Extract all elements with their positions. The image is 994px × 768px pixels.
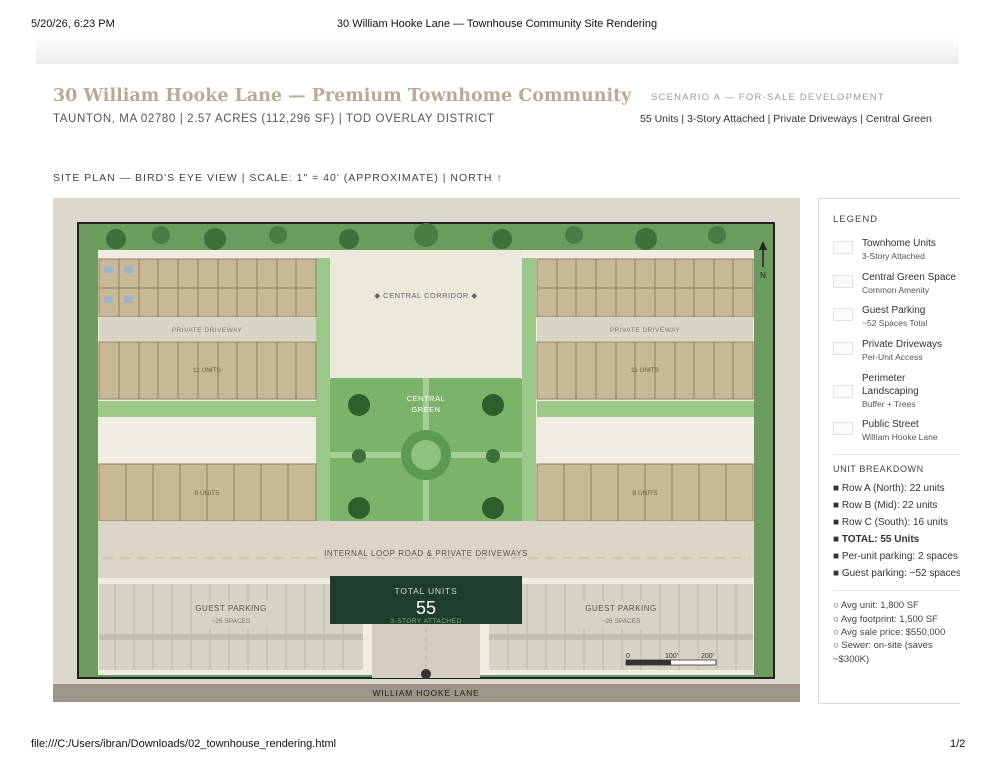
- townhome-row-a-left: [98, 258, 317, 318]
- legend-item-desc: William Hooke Lane: [862, 432, 938, 442]
- site-plan-drawing: PRIVATE DRIVEWAY PRIVATE DRIVEWAY 11 UNI…: [53, 198, 800, 702]
- site-entrance-marker: [421, 669, 431, 679]
- row-b-right-units: 11 UNITS: [631, 367, 660, 374]
- page-subtitle: TAUNTON, MA 02780 | 2.57 ACRES (112,296 …: [53, 113, 495, 125]
- legend-item-desc: Buffer + Trees: [862, 399, 916, 409]
- legend-item-desc: Common Amenity: [862, 285, 930, 295]
- tree: [269, 226, 287, 244]
- tree: [204, 228, 226, 250]
- print-url: file:///C:/Users/ibran/Downloads/02_town…: [31, 738, 337, 750]
- total-units-badge: TOTAL UNITS 55 3-STORY ATTACHED: [330, 576, 522, 625]
- total-units-value: 55: [416, 598, 436, 618]
- legend-item-name: Central Green Space: [862, 272, 956, 283]
- central-corridor: [330, 250, 522, 378]
- note-avg-sale-price: ○ Avg sale price: $550,000: [833, 627, 946, 638]
- note-avg-footprint: ○ Avg footprint: 1,500 SF: [833, 614, 938, 625]
- legend-swatch: [833, 275, 853, 288]
- legend-item-desc: 3-Story Attached: [862, 251, 925, 261]
- central-green: CENTRAL GREEN: [330, 378, 522, 536]
- guest-parking-left-label: GUEST PARKING: [195, 604, 267, 613]
- legend-heading: LEGEND: [833, 214, 879, 225]
- print-page-number: 1/2: [950, 738, 966, 750]
- private-driveway-left-label: PRIVATE DRIVEWAY: [172, 327, 243, 334]
- tree: [348, 394, 370, 416]
- tree: [486, 449, 500, 463]
- total-units-label: TOTAL UNITS: [395, 586, 458, 596]
- tree: [339, 229, 359, 249]
- scenario-label: SCENARIO A — FOR-SALE DEVELOPMENT: [651, 92, 885, 103]
- legend-swatch: [833, 308, 853, 321]
- print-document-title: 30 William Hooke Lane — Townhouse Commun…: [336, 18, 658, 30]
- private-driveway-right-label: PRIVATE DRIVEWAY: [610, 327, 681, 334]
- tree: [482, 394, 504, 416]
- row-b-left-units: 11 UNITS: [193, 367, 222, 374]
- breakdown-per-unit-parking: ■ Per-unit parking: 2 spaces: [833, 551, 958, 562]
- legend-item-name: Guest Parking: [862, 305, 926, 316]
- tree: [348, 497, 370, 519]
- tree: [492, 229, 512, 249]
- central-green-label-2: GREEN: [411, 405, 440, 414]
- legend-swatch: [833, 342, 853, 355]
- legend-item-name: Townhome Units: [862, 238, 936, 249]
- public-street-label: WILLIAM HOOKE LANE: [373, 688, 480, 698]
- internal-loop-road-label: INTERNAL LOOP ROAD & PRIVATE DRIVEWAYS: [324, 549, 528, 558]
- breakdown-row-a: ■ Row A (North): 22 units: [833, 483, 945, 494]
- tree: [565, 226, 583, 244]
- townhome-row-b-right: 11 UNITS: [536, 341, 754, 400]
- total-units-sub: 3-STORY ATTACHED: [390, 618, 461, 625]
- townhome-row-a-right: [536, 258, 754, 318]
- legend-item-desc: ~52 Spaces Total: [862, 318, 928, 328]
- page-title: 30 William Hooke Lane — Premium Townhome…: [53, 86, 632, 106]
- scale-tick-200: 200': [701, 653, 714, 660]
- guest-parking-left: GUEST PARKING ~26 SPACES: [99, 584, 363, 670]
- breakdown-guest-parking: ■ Guest parking: ~52 spaces: [833, 568, 960, 579]
- legend-divider: [833, 454, 960, 455]
- townhome-row-c-left: 8 UNITS: [98, 463, 317, 522]
- breakdown-total: ■ TOTAL: 55 Units: [833, 534, 920, 545]
- landscape-band-left: [98, 401, 316, 417]
- row-c-left-units: 8 UNITS: [195, 490, 221, 497]
- tree: [482, 497, 504, 519]
- legend-item-desc: Per-Unit Access: [862, 352, 923, 362]
- legend-divider: [833, 590, 960, 591]
- unit-breakdown-heading: UNIT BREAKDOWN: [833, 464, 924, 474]
- tree: [152, 226, 170, 244]
- site-plan-caption: SITE PLAN — BIRD'S EYE VIEW | SCALE: 1" …: [53, 172, 503, 184]
- scenario-summary: 55 Units | 3-Story Attached | Private Dr…: [640, 113, 932, 125]
- green-fountain-inner: [411, 440, 441, 470]
- breakdown-row-c: ■ Row C (South): 16 units: [833, 517, 948, 528]
- row-c-right-units: 8 UNITS: [633, 490, 659, 497]
- note-sewer: ○ Sewer: on-site (saves: [833, 640, 933, 651]
- townhome-row-c-right: 8 UNITS: [536, 463, 754, 522]
- note-sewer-savings: ~$300K): [833, 654, 870, 665]
- legend-item-name: Private Driveways: [862, 339, 943, 350]
- tree: [106, 229, 126, 249]
- guest-parking-left-spaces: ~26 SPACES: [212, 618, 251, 625]
- legend-panel: LEGEND Townhome Units 3-Story Attached Ce…: [818, 198, 960, 704]
- tree: [708, 226, 726, 244]
- note-avg-unit: ○ Avg unit: 1,800 SF: [833, 600, 919, 611]
- north-arrow-label: N: [760, 271, 766, 280]
- page-top-banner: [36, 36, 959, 64]
- legend-swatch: [833, 241, 853, 254]
- tree: [414, 223, 438, 247]
- central-corridor-label: ◆ CENTRAL CORRIDOR ◆: [374, 291, 478, 300]
- central-green-label-1: CENTRAL: [407, 394, 446, 403]
- legend-item-name: Perimeter Landscaping: [862, 373, 919, 397]
- townhome-row-b-left: 11 UNITS: [98, 341, 317, 400]
- legend-item-name: Public Street: [862, 419, 919, 430]
- legend-swatch: [833, 385, 853, 398]
- breakdown-row-b: ■ Row B (Mid): 22 units: [833, 500, 938, 511]
- scale-tick-0: 0: [626, 653, 630, 660]
- guest-parking-right-label: GUEST PARKING: [585, 604, 657, 613]
- guest-parking-right-spaces: ~26 SPACES: [602, 618, 641, 625]
- tree: [352, 449, 366, 463]
- scale-tick-100: 100': [665, 653, 678, 660]
- legend-swatch: [833, 422, 853, 435]
- tree: [635, 228, 657, 250]
- landscape-band-right: [537, 401, 754, 417]
